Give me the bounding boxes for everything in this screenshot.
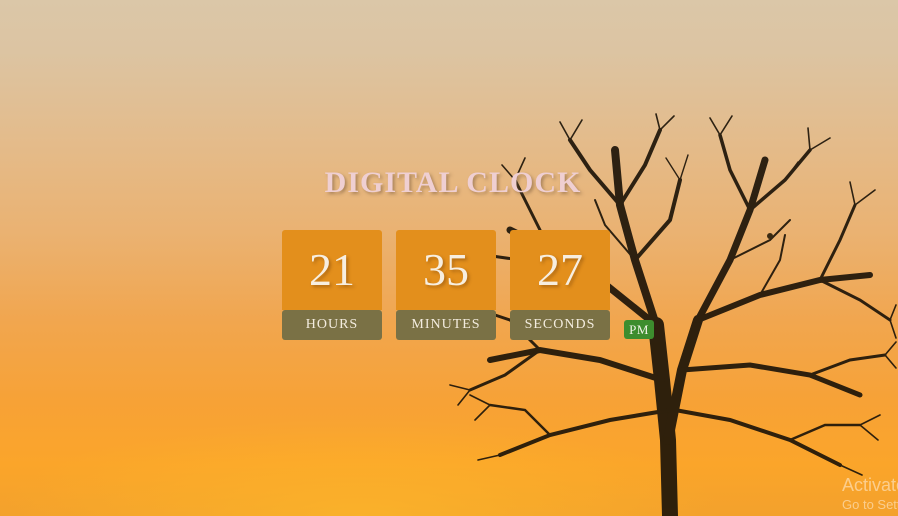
hours-unit: 21 HOURS [282, 230, 382, 340]
watermark-title: Activate Windows [842, 475, 898, 495]
minutes-unit: 35 MINUTES [396, 230, 496, 340]
minutes-value: 35 [396, 230, 496, 310]
page-title: DIGITAL CLOCK [324, 166, 582, 199]
minutes-label: MINUTES [396, 310, 496, 340]
hours-value: 21 [282, 230, 382, 310]
seconds-value: 27 [510, 230, 610, 310]
period-badge: PM [624, 320, 654, 339]
watermark-subtitle: Go to Settings to activate Windows. [842, 497, 898, 512]
hours-label: HOURS [282, 310, 382, 340]
activate-windows-watermark: Activate Windows Go to Settings to activ… [842, 474, 898, 514]
seconds-unit: 27 SECONDS [510, 230, 610, 340]
seconds-label: SECONDS [510, 310, 610, 340]
